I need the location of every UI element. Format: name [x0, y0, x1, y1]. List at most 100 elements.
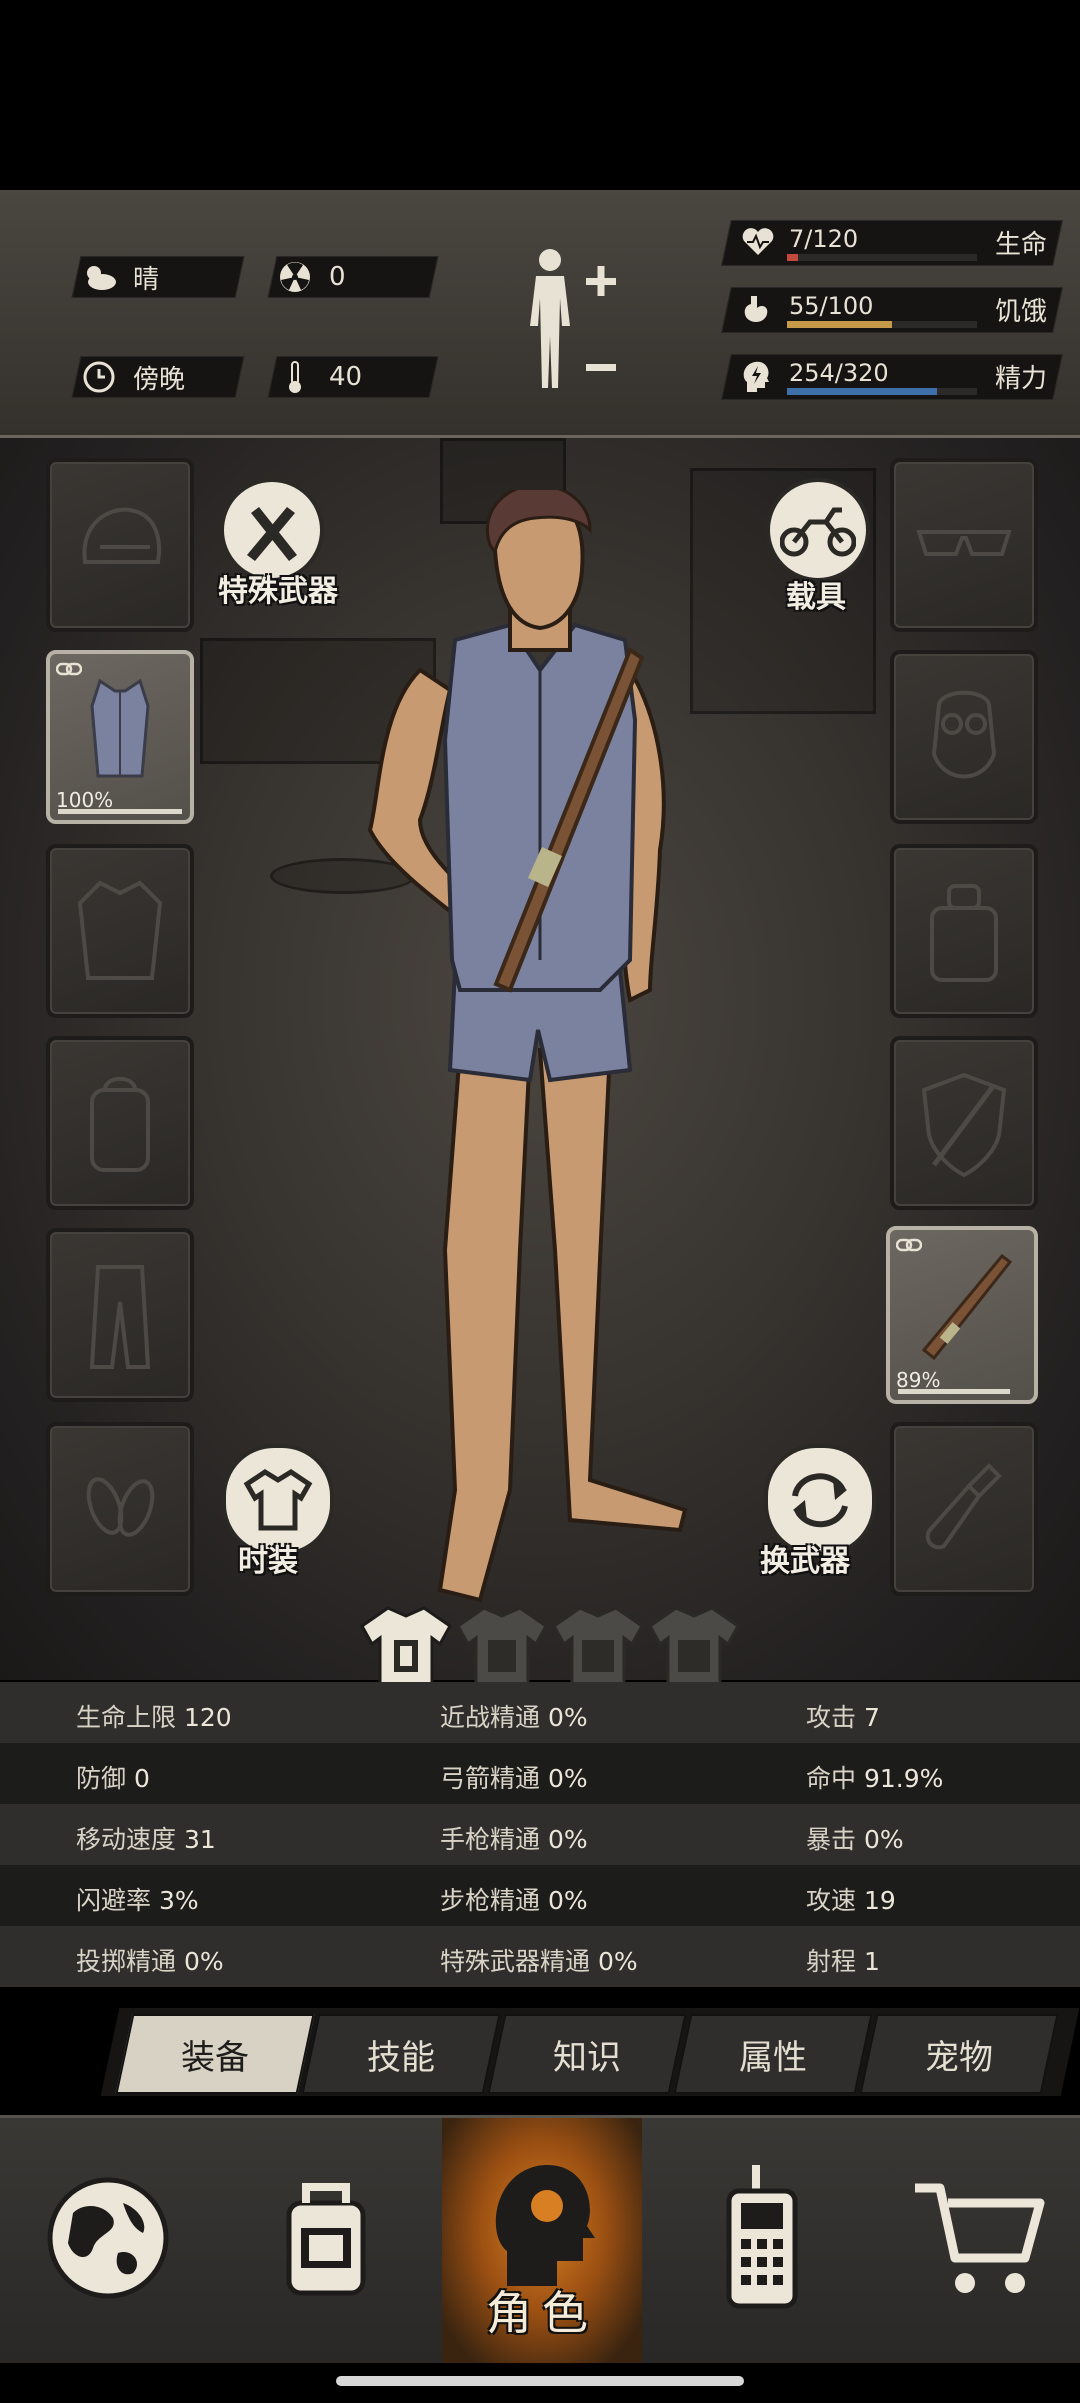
- weather-text: 晴: [133, 264, 160, 295]
- cart-icon: [915, 2183, 1045, 2293]
- stat-label: 攻速: [806, 1886, 864, 1915]
- energy-label: 精力: [994, 364, 1047, 394]
- home-indicator[interactable]: [336, 2376, 744, 2386]
- nav-backpack[interactable]: [226, 2138, 426, 2338]
- stat-value: 0%: [597, 1947, 638, 1976]
- stat-value: 0%: [547, 1764, 588, 1793]
- fashion-label: 时装: [238, 1544, 298, 1579]
- body-status-button[interactable]: [520, 246, 620, 396]
- bag-icon: [930, 884, 998, 982]
- weather-chip: 晴: [71, 256, 245, 298]
- thermometer-icon: [273, 357, 317, 397]
- energy-bar: 254/320 精力: [721, 354, 1063, 400]
- slot-shoes[interactable]: [46, 1422, 194, 1596]
- shoes-icon: [86, 1477, 155, 1537]
- tab-attributes[interactable]: 属性: [673, 2014, 873, 2094]
- stat-value: 0%: [547, 1825, 588, 1854]
- stat-cell: 攻速 19: [806, 1881, 896, 1917]
- slot-weapon[interactable]: 89%: [886, 1226, 1038, 1404]
- stat-label: 手枪精通: [440, 1825, 548, 1854]
- clock-icon: [77, 357, 121, 397]
- slot-throwable[interactable]: [890, 1422, 1038, 1596]
- slot-shirt[interactable]: 100%: [46, 650, 194, 824]
- stat-value: 19: [863, 1886, 896, 1915]
- slot-backpack[interactable]: [46, 1036, 194, 1210]
- section-tabs: 装备 技能 知识 属性 宠物: [0, 1990, 1080, 2100]
- energy-head-icon: [741, 360, 771, 398]
- stat-value: 3%: [158, 1886, 199, 1915]
- stat-value: 91.9%: [863, 1764, 944, 1793]
- stats-row: 移动速度 31 手枪精通 0% 暴击 0%: [0, 1804, 1080, 1865]
- slot-helmet[interactable]: [46, 458, 194, 632]
- nav-character[interactable]: 角色: [442, 2118, 642, 2363]
- slot-pants[interactable]: [46, 1228, 194, 1402]
- outfit-shirt-icon: [648, 1606, 740, 1686]
- character-figure: [367, 490, 688, 1603]
- helmet-icon: [82, 507, 161, 564]
- gas-mask-icon: [931, 690, 997, 779]
- axe-shield-icon: [921, 1072, 1007, 1178]
- molotov-icon: [925, 1463, 1002, 1550]
- stats-row: 闪避率 3% 步枪精通 0% 攻速 19: [0, 1865, 1080, 1926]
- status-panel: 晴 0 傍晚 40 7/120 生命 55/100 饥饿 254/320 精力: [0, 190, 1080, 438]
- outfit-shirt-icon: [456, 1606, 548, 1686]
- outfit-tab-4[interactable]: [648, 1604, 740, 1690]
- stat-value: 31: [183, 1825, 216, 1854]
- stat-label: 移动速度: [76, 1825, 184, 1854]
- stats-row: 投掷精通 0% 特殊武器精通 0% 射程 1: [0, 1926, 1080, 1987]
- slot-glasses[interactable]: [890, 458, 1038, 632]
- vehicle-button[interactable]: [766, 478, 870, 582]
- body-figure-icon: [530, 249, 616, 388]
- radiation-chip: 0: [267, 256, 439, 298]
- stat-cell: 近战精通 0%: [440, 1698, 588, 1734]
- hunger-value: 55/100: [789, 292, 874, 320]
- stat-value: 1: [863, 1947, 880, 1976]
- hunger-label: 饥饿: [994, 297, 1047, 327]
- slot-melee-weapon[interactable]: [890, 1036, 1038, 1210]
- outfit-tab-3[interactable]: [552, 1604, 644, 1690]
- stat-label: 攻击: [806, 1703, 864, 1732]
- backpack-slot-icon: [90, 1076, 150, 1172]
- health-value: 7/120: [789, 225, 859, 253]
- character-head-icon: [495, 2164, 595, 2286]
- tab-pets[interactable]: 宠物: [859, 2014, 1059, 2094]
- stat-label: 生命上限: [76, 1703, 184, 1732]
- stats-table: 生命上限 120 近战精通 0% 攻击 7 防御 0 弓箭精通 0% 命中 91.9% 移动…: [0, 1682, 1080, 1987]
- pants-icon: [89, 1265, 151, 1369]
- slot-bag[interactable]: [890, 844, 1038, 1018]
- nav-world-map[interactable]: [8, 2138, 208, 2338]
- wooden-club-icon: [921, 1253, 1013, 1361]
- weapon-durability-bar: [898, 1389, 1011, 1394]
- stat-value: 0%: [547, 1703, 588, 1732]
- stats-row: 防御 0 弓箭精通 0% 命中 91.9%: [0, 1743, 1080, 1804]
- nav-shop[interactable]: [880, 2138, 1080, 2338]
- crossed-tools-icon: [247, 507, 297, 561]
- outfit-tab-1[interactable]: [360, 1604, 452, 1690]
- cloud-sun-icon: [77, 257, 121, 297]
- hunger-bar: 55/100 饥饿: [721, 287, 1063, 333]
- nav-radio[interactable]: [662, 2138, 862, 2338]
- tab-skills[interactable]: 技能: [301, 2014, 501, 2094]
- stat-value: 0: [133, 1764, 150, 1793]
- stat-label: 射程: [806, 1947, 864, 1976]
- stat-label: 步枪精通: [440, 1886, 548, 1915]
- stat-cell: 防御 0: [76, 1759, 150, 1795]
- tab-equipment[interactable]: 装备: [115, 2014, 315, 2094]
- stat-value: 7: [863, 1703, 880, 1732]
- stat-label: 防御: [76, 1764, 134, 1793]
- stat-label: 特殊武器精通: [440, 1947, 598, 1976]
- sleeveless-shirt-icon: [90, 678, 150, 778]
- special-weapon-label: 特殊武器: [218, 574, 338, 609]
- tab-knowledge[interactable]: 知识: [487, 2014, 687, 2094]
- stat-cell: 攻击 7: [806, 1698, 880, 1734]
- slot-mask[interactable]: [890, 650, 1038, 824]
- slot-jacket[interactable]: [46, 844, 194, 1018]
- stat-cell: 步枪精通 0%: [440, 1881, 588, 1917]
- radiation-icon: [273, 257, 317, 297]
- outfit-shirt-icon: [552, 1606, 644, 1686]
- outfit-tab-2[interactable]: [456, 1604, 548, 1690]
- stat-cell: 手枪精通 0%: [440, 1820, 588, 1856]
- heart-icon: [741, 227, 775, 261]
- health-label: 生命: [994, 230, 1047, 260]
- vehicle-label: 载具: [786, 580, 846, 615]
